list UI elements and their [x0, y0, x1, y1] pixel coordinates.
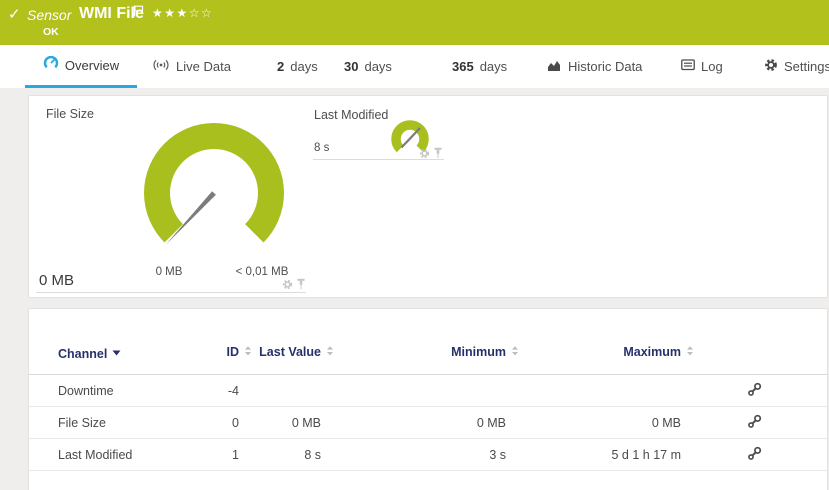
- tab-number: 2: [277, 59, 284, 74]
- channel-last-value: [239, 375, 321, 407]
- channel-maximum: 5 d 1 h 17 m: [506, 439, 681, 471]
- file-size-value: 0 MB: [39, 272, 74, 289]
- channel-minimum: 3 s: [321, 439, 506, 471]
- tab-log[interactable]: Log: [681, 45, 723, 88]
- column-header-last-value[interactable]: Last Value: [239, 309, 321, 375]
- stars-empty: ☆☆: [189, 6, 214, 20]
- tab-settings[interactable]: Settings: [764, 45, 829, 88]
- file-size-gauge: [144, 122, 284, 254]
- tab-label: Settings: [784, 59, 829, 74]
- channels-table: Channel ID Last Value Minimum Maximum: [29, 309, 827, 471]
- sensor-header: ✓ Sensor WMI File ★★★☆☆ OK: [0, 0, 829, 45]
- table-row: File Size 0 0 MB 0 MB 0 MB: [29, 407, 827, 439]
- sensor-type-label: Sensor: [27, 7, 71, 23]
- column-header-maximum[interactable]: Maximum: [506, 309, 681, 375]
- tab-label: Log: [701, 59, 723, 74]
- tab-historic-data[interactable]: Historic Data: [547, 45, 642, 88]
- column-label: Channel: [58, 347, 107, 361]
- column-header-minimum[interactable]: Minimum: [321, 309, 506, 375]
- sort-icon: [511, 345, 519, 361]
- sort-icon: [686, 345, 694, 361]
- tab-label: days: [364, 59, 391, 74]
- column-label: Minimum: [451, 345, 506, 359]
- tab-bar: Overview Live Data 2 days 30 days 365: [0, 45, 829, 88]
- last-modified-value: 8 s: [314, 142, 329, 154]
- divider: [313, 159, 444, 160]
- channel-minimum: 0 MB: [321, 407, 506, 439]
- channel-id: 1: [159, 439, 239, 471]
- log-icon: [681, 59, 695, 74]
- area-chart-icon: [547, 59, 562, 75]
- channel-maximum: [506, 375, 681, 407]
- channel-maximum: 0 MB: [506, 407, 681, 439]
- channel-name: File Size: [29, 407, 159, 439]
- last-modified-gauge-title: Last Modified: [314, 108, 388, 122]
- broadcast-icon: [152, 58, 170, 75]
- channel-settings-wrench-icon[interactable]: [747, 446, 762, 464]
- tab-label: Live Data: [176, 59, 231, 74]
- tab-number: 365: [452, 59, 474, 74]
- channel-name: Last Modified: [29, 439, 159, 471]
- status-check-icon: ✓: [8, 5, 21, 23]
- tab-365-days[interactable]: 365 days: [452, 45, 507, 88]
- column-header-channel[interactable]: Channel: [29, 309, 159, 375]
- column-label: ID: [227, 345, 240, 359]
- column-header-id[interactable]: ID: [159, 309, 239, 375]
- channels-panel: Channel ID Last Value Minimum Maximum: [28, 308, 828, 490]
- file-size-scale-min: 0 MB: [134, 266, 204, 278]
- tab-label: days: [290, 59, 317, 74]
- column-label: Maximum: [623, 345, 681, 359]
- tab-overview[interactable]: Overview: [25, 45, 137, 88]
- channel-last-value: 8 s: [239, 439, 321, 471]
- gauge-pin-icon[interactable]: [433, 146, 443, 164]
- channel-settings-wrench-icon[interactable]: [747, 414, 762, 432]
- tab-label: days: [480, 59, 507, 74]
- table-row: Downtime -4: [29, 375, 827, 407]
- sort-icon: [326, 345, 334, 361]
- tab-30-days[interactable]: 30 days: [344, 45, 392, 88]
- flag-icon[interactable]: [133, 4, 144, 16]
- divider: [36, 292, 306, 293]
- tab-live-data[interactable]: Live Data: [152, 45, 231, 88]
- tab-label: Historic Data: [568, 59, 642, 74]
- tab-2-days[interactable]: 2 days: [277, 45, 318, 88]
- channel-id: -4: [159, 375, 239, 407]
- tab-label: Overview: [65, 58, 119, 73]
- stars-filled: ★★★: [152, 6, 189, 20]
- file-size-gauge-title: File Size: [46, 107, 94, 121]
- table-row: Last Modified 1 8 s 3 s 5 d 1 h 17 m: [29, 439, 827, 471]
- gauge-icon: [43, 56, 59, 74]
- status-badge: OK: [43, 26, 59, 38]
- channel-last-value: 0 MB: [239, 407, 321, 439]
- tab-number: 30: [344, 59, 358, 74]
- column-label: Last Value: [259, 345, 321, 359]
- channel-settings-wrench-icon[interactable]: [747, 382, 762, 400]
- sort-icon: [244, 345, 252, 361]
- channel-minimum: [321, 375, 506, 407]
- gauges-panel: File Size 0 MB < 0,01 MB 0 MB: [28, 95, 828, 298]
- priority-stars[interactable]: ★★★☆☆: [152, 6, 213, 20]
- gear-icon: [764, 58, 778, 75]
- sort-desc-icon: [112, 345, 121, 360]
- gauge-gear-icon[interactable]: [419, 146, 430, 164]
- channel-id: 0: [159, 407, 239, 439]
- column-header-actions: [681, 309, 827, 375]
- channel-name: Downtime: [29, 375, 159, 407]
